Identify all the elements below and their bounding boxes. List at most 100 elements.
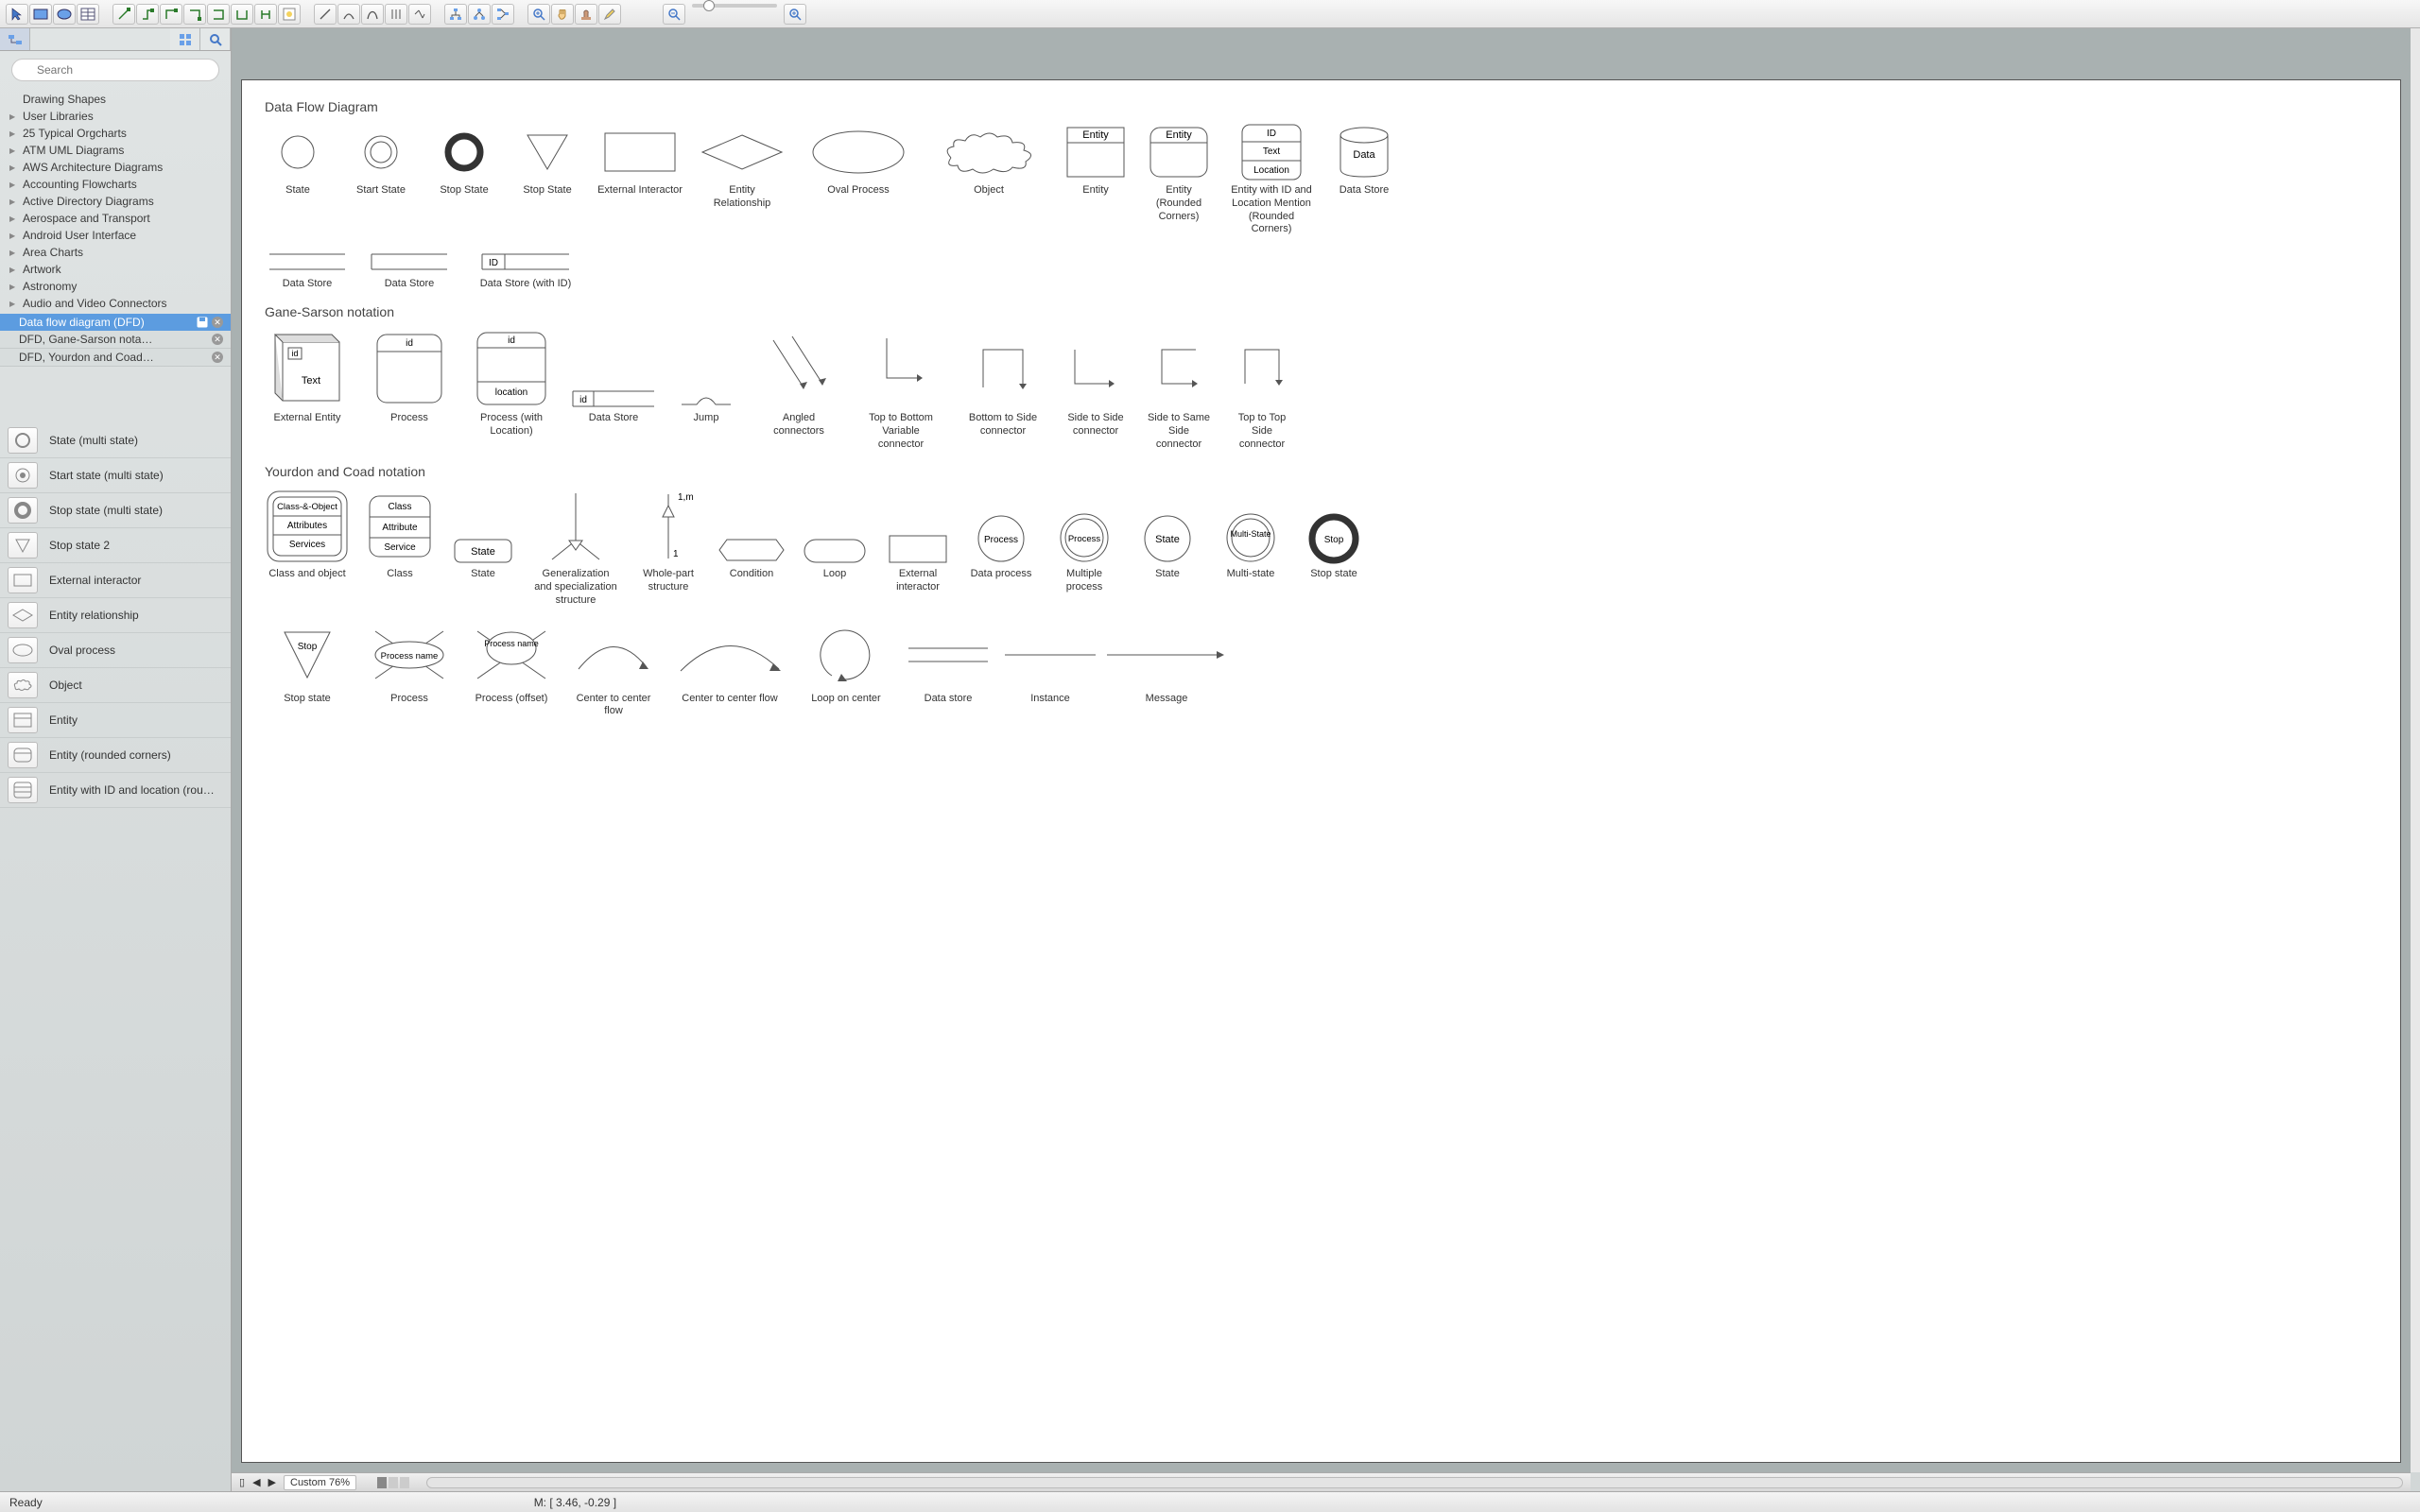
connector-5-icon[interactable]	[207, 4, 230, 25]
stamp-icon[interactable]	[575, 4, 597, 25]
shape-gane-data-store[interactable]: idData Store	[571, 329, 656, 451]
stencil-item[interactable]: State (multi state)	[0, 423, 232, 458]
shape-data-store-cyl[interactable]: DataData Store	[1331, 124, 1397, 236]
tree-item[interactable]: Area Charts	[0, 244, 231, 261]
shape-yc-data-store[interactable]: Data store	[906, 621, 991, 719]
open-library[interactable]: DFD, Yourdon and Coad…✕	[0, 349, 231, 367]
tree-item[interactable]: User Libraries	[0, 108, 231, 125]
tree-item[interactable]: Drawing Shapes	[0, 91, 231, 108]
shape-lib-icon[interactable]	[278, 4, 301, 25]
shape-angled-connectors[interactable]: Angled connectors	[756, 329, 841, 451]
tree-item[interactable]: 25 Typical Orgcharts	[0, 125, 231, 142]
connector-1-icon[interactable]	[112, 4, 135, 25]
shape-yc-external[interactable]: External interactor	[885, 489, 951, 607]
stencil-item[interactable]: Entity with ID and location (rou…	[0, 773, 232, 808]
search-input[interactable]	[11, 59, 219, 81]
horizontal-scrollbar[interactable]	[426, 1477, 2403, 1488]
shape-ttb-connector[interactable]: Top to Bottom Variable connector	[858, 329, 943, 451]
close-icon[interactable]: ✕	[212, 334, 223, 345]
shape-process[interactable]: idProcess	[367, 329, 452, 451]
line-3-icon[interactable]	[361, 4, 384, 25]
stencil-item[interactable]: Start state (multi state)	[0, 458, 232, 493]
shape-state[interactable]: State	[265, 124, 331, 236]
tree-3-icon[interactable]	[492, 4, 514, 25]
stencil-item[interactable]: Entity relationship	[0, 598, 232, 633]
connector-4-icon[interactable]	[183, 4, 206, 25]
tree-item[interactable]: ATM UML Diagrams	[0, 142, 231, 159]
shape-generalization[interactable]: Generalization and specialization struct…	[533, 489, 618, 607]
zoom-in-btn-icon[interactable]	[784, 4, 806, 25]
tree-item[interactable]: Audio and Video Connectors	[0, 295, 231, 312]
shape-yc-state-circle[interactable]: StateState	[1134, 489, 1201, 607]
tree-1-icon[interactable]	[444, 4, 467, 25]
view-mode-icon[interactable]	[377, 1476, 411, 1489]
stencil-item[interactable]: Stop state (multi state)	[0, 493, 232, 528]
pointer-icon[interactable]	[6, 4, 28, 25]
shape-entity-id-location[interactable]: IDTextLocationEntity with ID and Locatio…	[1229, 124, 1314, 236]
shape-condition[interactable]: Condition	[718, 489, 785, 607]
shape-stop-state[interactable]: Stop State	[431, 124, 497, 236]
shape-whole-part[interactable]: 1,m1Whole-part structure	[635, 489, 701, 607]
shape-multi-state[interactable]: Multi-StateMulti-state	[1218, 489, 1284, 607]
line-1-icon[interactable]	[314, 4, 337, 25]
connector-7-icon[interactable]	[254, 4, 277, 25]
close-icon[interactable]: ✕	[212, 317, 223, 328]
stencil-item[interactable]: External interactor	[0, 563, 232, 598]
shape-yc-process[interactable]: Process nameProcess	[367, 621, 452, 719]
zoom-label[interactable]: Custom 76%	[284, 1475, 356, 1490]
shape-external-entity[interactable]: idTextExternal Entity	[265, 329, 350, 451]
shape-sts-connector[interactable]: Side to Side connector	[1063, 329, 1129, 451]
shape-ctc-flow-2[interactable]: Center to center flow	[673, 621, 786, 719]
shape-data-store-id[interactable]: IDData Store (with ID)	[469, 249, 582, 291]
shape-class[interactable]: ClassAttributeServiceClass	[367, 489, 433, 607]
ellipse-icon[interactable]	[53, 4, 76, 25]
page-nav-icon[interactable]: ▯	[239, 1476, 245, 1488]
tree-item[interactable]: Aerospace and Transport	[0, 210, 231, 227]
table-icon[interactable]	[77, 4, 99, 25]
save-icon[interactable]	[197, 317, 208, 328]
shape-start-state[interactable]: Start State	[348, 124, 414, 236]
shape-entity-rounded[interactable]: EntityEntity (Rounded Corners)	[1146, 124, 1212, 236]
tree-item[interactable]: Accounting Flowcharts	[0, 176, 231, 193]
grid-view-icon[interactable]	[170, 28, 200, 50]
shape-external-interactor[interactable]: External Interactor	[597, 124, 683, 236]
shape-bts-connector[interactable]: Bottom to Side connector	[960, 329, 1046, 451]
search-tab-icon[interactable]	[200, 28, 231, 50]
pencil-icon[interactable]	[598, 4, 621, 25]
stencil-item[interactable]: Entity	[0, 703, 232, 738]
stencil-item[interactable]: Entity (rounded corners)	[0, 738, 232, 773]
stencil-item[interactable]: Stop state 2	[0, 528, 232, 563]
shape-entity[interactable]: EntityEntity	[1063, 124, 1129, 236]
vertical-scrollbar[interactable]	[2411, 28, 2420, 1472]
rect-icon[interactable]	[29, 4, 52, 25]
shape-yc-state[interactable]: StateState	[450, 489, 516, 607]
tree-item[interactable]: Android User Interface	[0, 227, 231, 244]
shape-loop[interactable]: Loop	[802, 489, 868, 607]
open-library[interactable]: DFD, Gane-Sarson nota…✕	[0, 331, 231, 349]
shape-instance[interactable]: Instance	[1008, 621, 1093, 719]
stencil-item[interactable]: Object	[0, 668, 232, 703]
shape-message[interactable]: Message	[1110, 621, 1223, 719]
line-5-icon[interactable]	[408, 4, 431, 25]
shape-object[interactable]: Object	[932, 124, 1046, 236]
shape-loop-on-center[interactable]: Loop on center	[804, 621, 889, 719]
shape-ttt-connector[interactable]: Top to Top Side connector	[1229, 329, 1295, 451]
shape-process-location[interactable]: idlocationProcess (with Location)	[469, 329, 554, 451]
shape-jump[interactable]: Jump	[673, 329, 739, 451]
connector-2-icon[interactable]	[136, 4, 159, 25]
connector-6-icon[interactable]	[231, 4, 253, 25]
shape-multiple-process[interactable]: ProcessMultiple process	[1051, 489, 1117, 607]
shape-data-store-2[interactable]: Data Store	[367, 249, 452, 291]
shape-stop-state-tri[interactable]: StopStop state	[265, 621, 350, 719]
line-2-icon[interactable]	[337, 4, 360, 25]
shape-entity-relationship[interactable]: Entity Relationship	[700, 124, 785, 236]
shape-data-process[interactable]: ProcessData process	[968, 489, 1034, 607]
close-icon[interactable]: ✕	[212, 352, 223, 363]
library-tab-icon[interactable]	[0, 28, 30, 50]
shape-class-and-object[interactable]: Class-&-ObjectAttributesServicesClass an…	[265, 489, 350, 607]
shape-oval-process[interactable]: Oval Process	[802, 124, 915, 236]
stencil-item[interactable]: Oval process	[0, 633, 232, 668]
shape-process-offset[interactable]: Process nameProcess (offset)	[469, 621, 554, 719]
zoom-out-btn-icon[interactable]	[663, 4, 685, 25]
prev-page-icon[interactable]: ◀	[252, 1476, 260, 1488]
